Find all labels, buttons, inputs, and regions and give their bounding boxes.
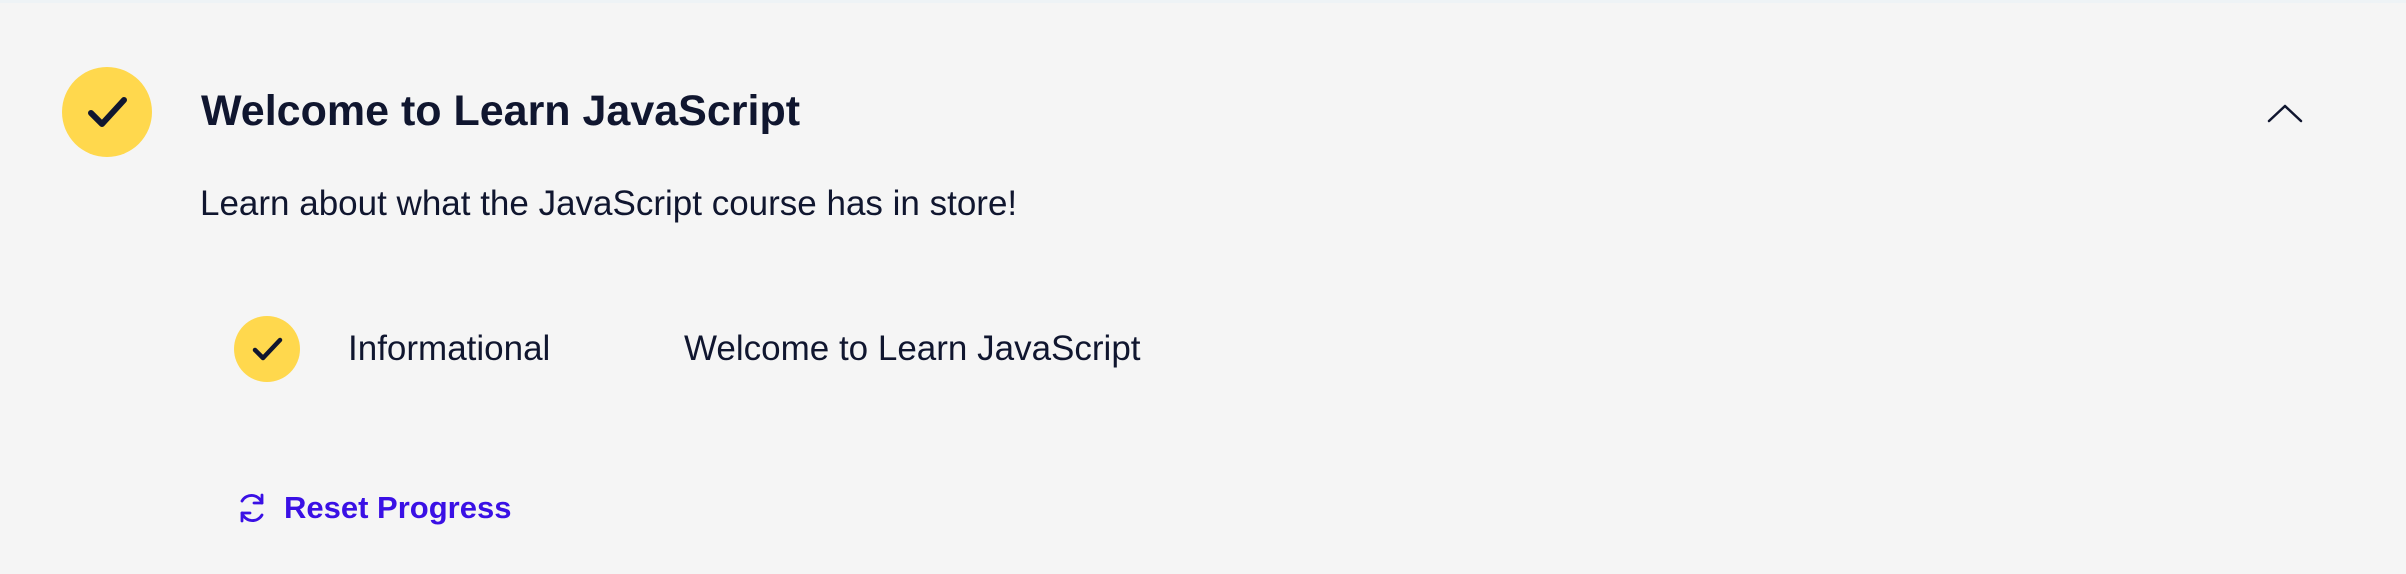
collapse-module-button[interactable]: [2258, 92, 2312, 134]
chevron-up-icon: [2267, 104, 2303, 123]
refresh-icon: [234, 490, 270, 526]
lesson-row[interactable]: Informational Welcome to Learn JavaScrip…: [234, 316, 1234, 382]
lesson-title-link[interactable]: Welcome to Learn JavaScript: [684, 325, 1141, 373]
lesson-type: Informational: [348, 329, 551, 368]
check-icon: [252, 337, 283, 361]
module-section: Welcome to Learn JavaScript Learn about …: [0, 0, 2406, 574]
check-icon: [88, 97, 127, 127]
module-title: Welcome to Learn JavaScript: [201, 87, 801, 135]
reset-progress-button[interactable]: Reset Progress: [234, 484, 511, 532]
reset-progress-label: Reset Progress: [284, 490, 512, 525]
module-description: Learn about what the JavaScript course h…: [200, 184, 1018, 223]
lesson-complete-check-icon: [234, 316, 300, 382]
module-complete-check-icon: [62, 67, 152, 157]
